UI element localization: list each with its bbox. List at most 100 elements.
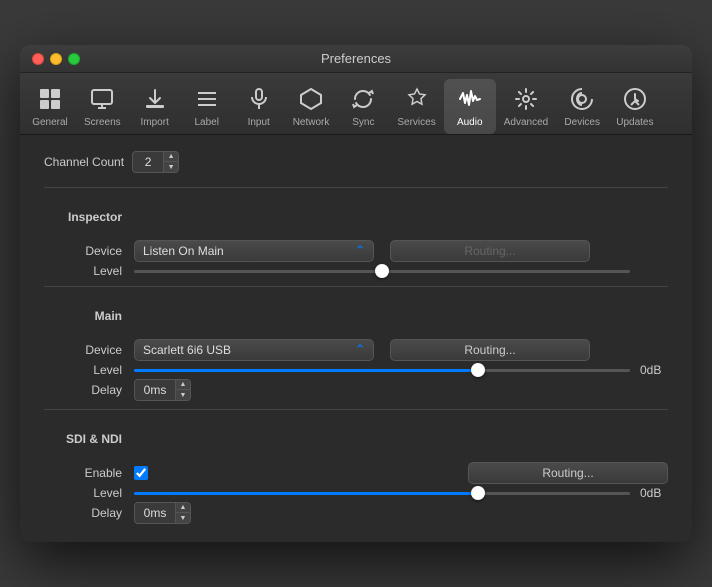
sync-label: Sync bbox=[352, 117, 374, 128]
main-delay-down-button[interactable]: ▼ bbox=[176, 390, 190, 400]
toolbar-item-import[interactable]: Import bbox=[129, 79, 181, 134]
inspector-level-row: Level bbox=[44, 264, 668, 278]
toolbar-item-label[interactable]: Label bbox=[181, 79, 233, 134]
screens-icon bbox=[86, 83, 118, 115]
toolbar-item-general[interactable]: General bbox=[24, 79, 76, 134]
inspector-level-slider-container bbox=[134, 270, 668, 273]
toolbar-item-network[interactable]: Network bbox=[285, 79, 338, 134]
sdi-routing-button[interactable]: Routing... bbox=[468, 462, 668, 484]
divider-sdi bbox=[44, 409, 668, 410]
main-level-slider-container: 0dB bbox=[134, 363, 668, 377]
toolbar-item-audio[interactable]: Audio bbox=[444, 79, 496, 134]
channel-count-label: Channel Count bbox=[44, 155, 124, 169]
content-area: Channel Count ▲ ▼ Inspector Device Liste… bbox=[20, 135, 692, 542]
screens-label: Screens bbox=[84, 117, 121, 128]
inspector-title: Inspector bbox=[44, 210, 134, 224]
main-level-row: Level 0dB bbox=[44, 363, 668, 377]
sdi-delay-row: Delay ▲ ▼ bbox=[44, 502, 668, 524]
sdi-delay-value[interactable] bbox=[135, 504, 175, 522]
toolbar-item-updates[interactable]: Updates bbox=[608, 79, 661, 134]
toolbar-item-screens[interactable]: Screens bbox=[76, 79, 129, 134]
toolbar-item-advanced[interactable]: Advanced bbox=[496, 79, 556, 134]
toolbar-item-services[interactable]: Services bbox=[389, 79, 443, 134]
toolbar-item-input[interactable]: Input bbox=[233, 79, 285, 134]
sdi-delay-stepper-buttons: ▲ ▼ bbox=[175, 503, 190, 523]
stepper-down-button[interactable]: ▼ bbox=[164, 162, 178, 172]
main-device-row: Device Scarlett 6i6 USB ⌃ Routing... bbox=[44, 339, 668, 361]
toolbar: General Screens Import Label bbox=[20, 73, 692, 135]
inspector-level-label: Level bbox=[44, 264, 134, 278]
main-delay-up-button[interactable]: ▲ bbox=[176, 380, 190, 390]
toolbar-item-devices[interactable]: Devices bbox=[556, 79, 608, 134]
inspector-routing-button[interactable]: Routing... bbox=[390, 240, 590, 262]
main-level-label: Level bbox=[44, 363, 134, 377]
devices-icon bbox=[566, 83, 598, 115]
main-delay-value[interactable] bbox=[135, 381, 175, 399]
main-title: Main bbox=[44, 309, 134, 323]
main-delay-label: Delay bbox=[44, 383, 134, 397]
titlebar: Preferences bbox=[20, 45, 692, 73]
sync-icon bbox=[347, 83, 379, 115]
network-label: Network bbox=[293, 117, 330, 128]
sdi-enable-label: Enable bbox=[44, 466, 134, 480]
label-label: Label bbox=[194, 117, 218, 128]
stepper-buttons: ▲ ▼ bbox=[163, 152, 178, 172]
advanced-label: Advanced bbox=[504, 117, 548, 128]
sdi-delay-down-button[interactable]: ▼ bbox=[176, 513, 190, 523]
sdi-title: SDI & NDI bbox=[44, 432, 134, 446]
stepper-up-button[interactable]: ▲ bbox=[164, 152, 178, 162]
devices-label: Devices bbox=[564, 117, 600, 128]
inspector-device-label: Device bbox=[44, 244, 134, 258]
close-button[interactable] bbox=[32, 53, 44, 65]
sdi-level-value: 0dB bbox=[640, 486, 668, 500]
input-label: Input bbox=[248, 117, 270, 128]
sdi-routing-container: Routing... bbox=[468, 462, 668, 484]
minimize-button[interactable] bbox=[50, 53, 62, 65]
inspector-routing-container: Routing... bbox=[390, 240, 590, 262]
services-label: Services bbox=[397, 117, 435, 128]
main-routing-container: Routing... bbox=[390, 339, 590, 361]
sdi-level-slider[interactable] bbox=[134, 492, 630, 495]
main-routing-button[interactable]: Routing... bbox=[390, 339, 590, 361]
channel-count-row: Channel Count ▲ ▼ bbox=[44, 151, 668, 173]
toolbar-item-sync[interactable]: Sync bbox=[337, 79, 389, 134]
updates-icon bbox=[619, 83, 651, 115]
general-label: General bbox=[32, 117, 68, 128]
inspector-level-slider[interactable] bbox=[134, 270, 630, 273]
sdi-enable-checkbox[interactable] bbox=[134, 466, 148, 480]
services-icon bbox=[401, 83, 433, 115]
main-delay-stepper[interactable]: ▲ ▼ bbox=[134, 379, 191, 401]
sdi-section-header: SDI & NDI bbox=[44, 418, 668, 454]
main-level-slider[interactable] bbox=[134, 369, 630, 372]
main-level-value: 0dB bbox=[640, 363, 668, 377]
audio-icon bbox=[454, 83, 486, 115]
main-delay-row: Delay ▲ ▼ bbox=[44, 379, 668, 401]
general-icon bbox=[34, 83, 66, 115]
main-device-select[interactable]: Scarlett 6i6 USB bbox=[134, 339, 374, 361]
sdi-level-label: Level bbox=[44, 486, 134, 500]
main-device-select-container: Scarlett 6i6 USB ⌃ bbox=[134, 339, 374, 361]
advanced-icon bbox=[510, 83, 542, 115]
channel-count-value[interactable] bbox=[133, 153, 163, 171]
inspector-section-header: Inspector bbox=[44, 196, 668, 232]
inspector-device-select-container: Listen On Main ⌃ bbox=[134, 240, 374, 262]
updates-label: Updates bbox=[616, 117, 653, 128]
import-label: Import bbox=[141, 117, 169, 128]
window-title: Preferences bbox=[321, 51, 391, 66]
sdi-delay-stepper[interactable]: ▲ ▼ bbox=[134, 502, 191, 524]
input-icon bbox=[243, 83, 275, 115]
main-section-header: Main bbox=[44, 295, 668, 331]
main-delay-stepper-buttons: ▲ ▼ bbox=[175, 380, 190, 400]
inspector-device-row: Device Listen On Main ⌃ Routing... bbox=[44, 240, 668, 262]
import-icon bbox=[139, 83, 171, 115]
inspector-device-select[interactable]: Listen On Main bbox=[134, 240, 374, 262]
maximize-button[interactable] bbox=[68, 53, 80, 65]
network-icon bbox=[295, 83, 327, 115]
sdi-delay-up-button[interactable]: ▲ bbox=[176, 503, 190, 513]
preferences-window: Preferences General Screens Import bbox=[20, 45, 692, 542]
sdi-delay-label: Delay bbox=[44, 506, 134, 520]
sdi-enable-row: Enable Routing... bbox=[44, 462, 668, 484]
sdi-level-slider-container: 0dB bbox=[134, 486, 668, 500]
traffic-lights bbox=[32, 53, 80, 65]
channel-count-stepper[interactable]: ▲ ▼ bbox=[132, 151, 179, 173]
